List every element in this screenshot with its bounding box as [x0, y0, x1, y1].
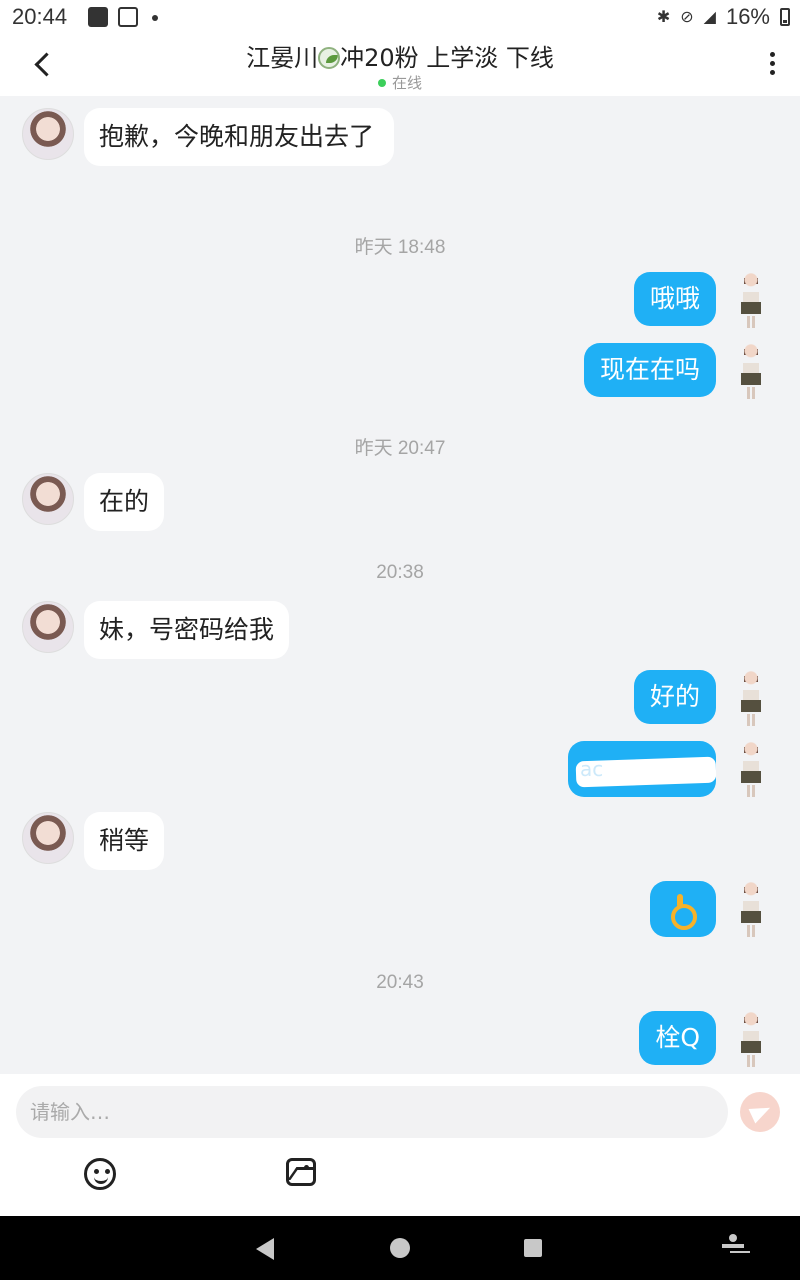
image-icon[interactable] [286, 1158, 316, 1186]
online-dot-icon [377, 79, 386, 87]
chat-title: 江晏川 冲20粉 上学淡 下线 [0, 38, 800, 73]
chat-header: 江晏川 冲20粉 上学淡 下线 在线 [0, 34, 800, 96]
status-time: 20:44 [12, 4, 68, 29]
my-avatar[interactable] [738, 343, 764, 399]
mute-icon: ⊘ [680, 9, 694, 26]
message-list[interactable]: 抱歉，今晚和朋友出去了 昨天 18:48 哦哦 现在在吗 昨天 20:47 在的… [0, 96, 800, 1074]
outgoing-emoji-message[interactable] [650, 881, 716, 937]
system-nav-bar [0, 1216, 800, 1280]
message-timestamp: 昨天 18:48 [354, 237, 446, 258]
message-input[interactable] [16, 1086, 728, 1138]
incoming-message[interactable]: 妹，号密码给我 [84, 601, 290, 659]
my-avatar[interactable] [738, 272, 764, 328]
my-avatar[interactable] [738, 881, 764, 937]
bluetooth-icon: ✱ [656, 9, 671, 26]
more-options-button[interactable] [760, 48, 784, 80]
status-right: ✱ ⊘ ◢ 16% [657, 4, 790, 30]
send-button[interactable] [740, 1092, 780, 1132]
chat-title-name: 江晏川 [246, 44, 319, 72]
more-notifications-dot [152, 15, 158, 21]
presence-label: 在线 [391, 74, 422, 92]
app-notification-icon [88, 7, 108, 27]
paw-notification-icon [118, 7, 138, 27]
outgoing-redacted-message[interactable]: ac [568, 741, 716, 797]
presence-status: 在线 [0, 72, 800, 93]
contact-avatar[interactable] [22, 601, 74, 653]
incoming-message[interactable]: 在的 [84, 473, 165, 531]
nav-home-icon[interactable] [390, 1238, 410, 1258]
composer [0, 1074, 800, 1216]
contact-avatar[interactable] [22, 108, 74, 160]
outgoing-message[interactable]: 哦哦 [633, 272, 716, 326]
my-avatar[interactable] [738, 670, 764, 726]
leaf-icon [318, 47, 341, 69]
outgoing-message[interactable]: 好的 [633, 670, 716, 724]
nav-back-icon[interactable] [256, 1238, 274, 1260]
battery-icon [780, 8, 790, 26]
incoming-message[interactable]: 抱歉，今晚和朋友出去了 [84, 108, 394, 166]
redaction-mark: ac [580, 751, 696, 785]
my-avatar[interactable] [738, 1011, 764, 1067]
nav-recents-icon[interactable] [524, 1239, 542, 1257]
signal-icon: ◢ [703, 9, 716, 26]
emoji-icon[interactable] [84, 1158, 116, 1190]
ok-hand-icon [667, 894, 697, 930]
outgoing-message[interactable]: 现在在吗 [583, 343, 716, 397]
message-timestamp: 昨天 20:47 [354, 438, 446, 459]
incoming-message[interactable]: 稍等 [84, 812, 165, 870]
chat-title-suffix: 冲20粉 上学淡 下线 [340, 44, 554, 72]
message-timestamp: 20:38 [376, 562, 424, 583]
message-timestamp: 20:43 [376, 972, 424, 993]
outgoing-message[interactable]: 栓Q [639, 1011, 716, 1065]
my-avatar[interactable] [738, 741, 764, 797]
battery-percent: 16% [725, 4, 770, 29]
contact-avatar[interactable] [22, 473, 74, 525]
accessibility-icon[interactable] [722, 1234, 744, 1262]
status-bar: 20:44 ✱ ⊘ ◢ 16% [0, 0, 800, 34]
contact-avatar[interactable] [22, 812, 74, 864]
